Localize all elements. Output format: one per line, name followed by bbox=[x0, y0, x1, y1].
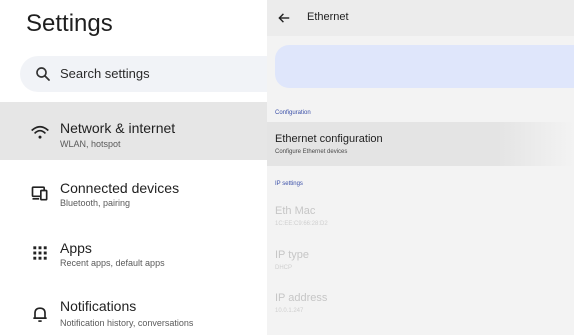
nav-item-subtitle: Bluetooth, pairing bbox=[60, 198, 131, 208]
page-title: Settings bbox=[26, 10, 113, 37]
nav-item-subtitle: WLAN, hotspot bbox=[60, 139, 121, 149]
ethernet-header: Ethernet bbox=[267, 0, 574, 36]
nav-item-subtitle: Recent apps, default apps bbox=[60, 258, 165, 268]
ethernet-pane: Ethernet Configuration Ethernet configur… bbox=[267, 0, 574, 335]
search-icon bbox=[36, 67, 50, 81]
field-value: 1C:EE:C9:66:28:D2 bbox=[275, 221, 328, 227]
row-subtitle: Configure Ethernet devices bbox=[275, 149, 348, 155]
section-header-ip-settings: IP settings bbox=[275, 181, 303, 187]
apps-grid-icon bbox=[33, 246, 47, 260]
nav-item-title: Notifications bbox=[60, 298, 137, 314]
search-input[interactable]: Search settings bbox=[60, 66, 150, 81]
field-title: IP address bbox=[275, 292, 328, 304]
nav-item-network[interactable]: Network & internet WLAN, hotspot bbox=[0, 102, 267, 160]
nav-item-notifications[interactable]: Notifications Notification history, conv… bbox=[0, 282, 267, 335]
nav-item-title: Apps bbox=[60, 240, 92, 256]
bell-icon bbox=[33, 307, 47, 322]
field-title: IP type bbox=[275, 249, 310, 261]
nav-item-apps[interactable]: Apps Recent apps, default apps bbox=[0, 222, 267, 280]
nav-item-connected-devices[interactable]: Connected devices Bluetooth, pairing bbox=[0, 162, 267, 220]
section-header-configuration: Configuration bbox=[275, 110, 311, 116]
field-value: 10.0.1.247 bbox=[275, 308, 304, 314]
settings-pane: Settings Search settings Network & inter… bbox=[0, 0, 267, 335]
ethernet-title: Ethernet bbox=[307, 11, 349, 23]
back-arrow-icon[interactable] bbox=[277, 11, 291, 25]
nav-item-subtitle: Notification history, conversations bbox=[60, 318, 194, 328]
row-title: Ethernet configuration bbox=[275, 133, 383, 145]
search-bar[interactable]: Search settings bbox=[20, 56, 267, 92]
nav-item-title: Network & internet bbox=[60, 120, 176, 136]
ethernet-banner bbox=[275, 45, 574, 88]
wifi-icon bbox=[31, 125, 49, 139]
nav-item-title: Connected devices bbox=[60, 180, 180, 196]
field-value: DHCP bbox=[275, 265, 293, 271]
ethernet-configuration-row[interactable]: Ethernet configuration Configure Etherne… bbox=[267, 122, 574, 166]
devices-icon bbox=[31, 186, 48, 201]
field-title: Eth Mac bbox=[275, 205, 316, 217]
